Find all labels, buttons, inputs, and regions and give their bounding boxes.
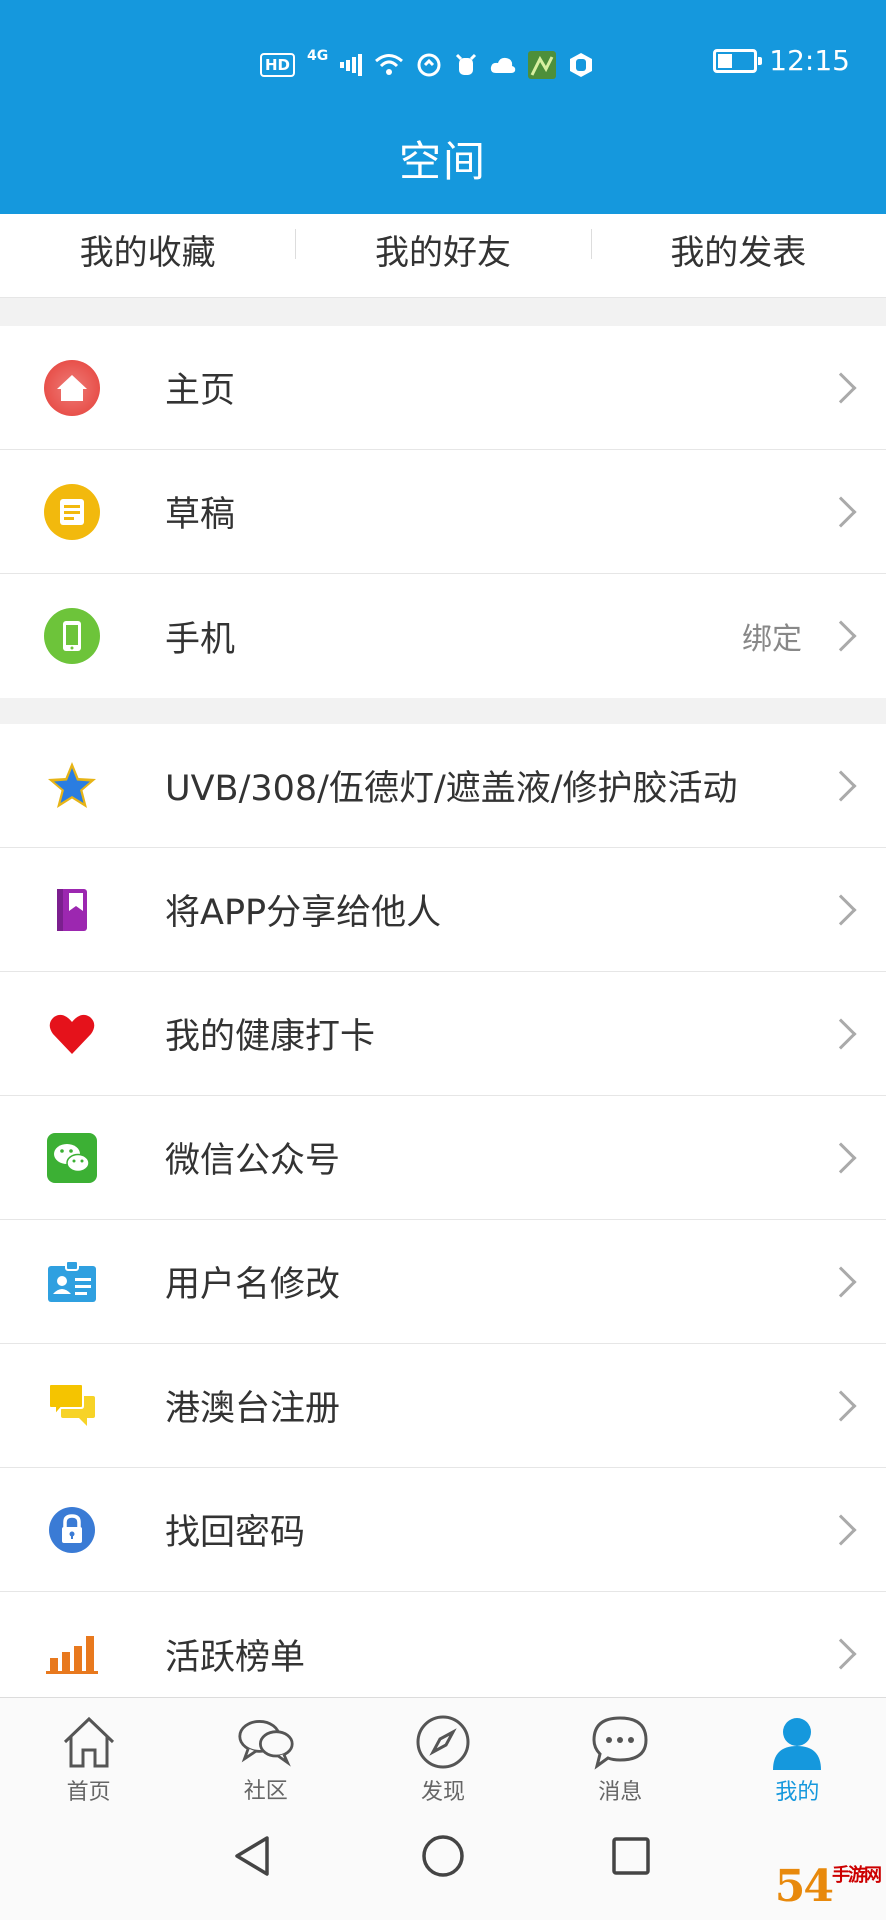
list-item-share-app[interactable]: 将APP分享给他人 <box>0 848 886 972</box>
chevron-right-icon <box>825 1389 857 1422</box>
list-item-label: 我的健康打卡 <box>165 1017 376 1057</box>
home-icon <box>43 359 101 417</box>
nav-label: 我的 <box>775 1780 820 1805</box>
signal-icon <box>340 53 363 77</box>
bookmark-icon <box>43 881 101 939</box>
tab-friends[interactable]: 我的好友 <box>295 225 590 286</box>
chevron-right-icon <box>825 1638 857 1670</box>
watermark-logo: 54手游网 <box>774 1861 882 1912</box>
community-icon <box>237 1714 295 1769</box>
sync-icon <box>416 52 442 78</box>
list-item-label: 手机 <box>165 619 236 660</box>
clock: 12:15 <box>769 44 850 77</box>
system-nav-bar <box>0 1805 886 1920</box>
list-item-rename[interactable]: 用户名修改 <box>0 1220 886 1344</box>
heart-icon <box>43 1005 101 1063</box>
nav-community[interactable]: 社区 <box>177 1698 354 1805</box>
chevron-right-icon <box>825 620 857 652</box>
top-tabs: 我的收藏 我的好友 我的发表 <box>0 214 886 298</box>
chevron-right-icon <box>825 371 857 404</box>
feature-list: UVB/308/伍德灯/遮盖液/修护胶活动 将APP分享给他人 我的健康打卡 微… <box>0 724 886 1716</box>
network-type: 4G <box>307 48 329 64</box>
phone-bind-status: 绑定 <box>742 622 802 657</box>
chevron-right-icon <box>825 1513 857 1546</box>
bottom-nav: 首页 社区 发现 消息 我的 <box>0 1697 886 1805</box>
wechat-icon <box>43 1129 101 1187</box>
list-item-label: 将APP分享给他人 <box>165 893 442 933</box>
id-card-icon <box>43 1253 101 1311</box>
chevron-right-icon <box>825 769 857 802</box>
back-icon[interactable] <box>228 1831 278 1881</box>
list-item-drafts[interactable]: 草稿 <box>0 450 886 574</box>
list-item-label: 港澳台注册 <box>165 1389 341 1429</box>
chat-bubbles-icon <box>43 1377 101 1435</box>
app-header: HD 4G 12:15 空间 <box>0 0 886 214</box>
list-item-label: 找回密码 <box>165 1513 306 1553</box>
nav-label: 社区 <box>243 1779 288 1804</box>
list-item-label: 微信公众号 <box>165 1141 341 1181</box>
chevron-right-icon <box>825 1141 857 1174</box>
list-item-recover-password[interactable]: 找回密码 <box>0 1468 886 1592</box>
list-item-phone[interactable]: 手机 绑定 <box>0 574 886 698</box>
list-item-activity[interactable]: UVB/308/伍德灯/遮盖液/修护胶活动 <box>0 724 886 848</box>
star-icon <box>43 757 101 815</box>
compass-icon <box>414 1714 472 1770</box>
list-item-hk-macau-tw-register[interactable]: 港澳台注册 <box>0 1344 886 1468</box>
chevron-right-icon <box>825 1265 857 1298</box>
page-title: 空间 <box>398 137 487 186</box>
chevron-right-icon <box>825 1017 857 1050</box>
list-item-health-checkin[interactable]: 我的健康打卡 <box>0 972 886 1096</box>
tab-posts[interactable]: 我的发表 <box>590 225 886 286</box>
lock-icon <box>43 1501 101 1559</box>
list-item-label: 草稿 <box>165 495 236 535</box>
nav-me[interactable]: 我的 <box>709 1698 886 1805</box>
wifi-icon <box>374 53 404 77</box>
bar-chart-icon <box>43 1625 101 1683</box>
list-item-wechat[interactable]: 微信公众号 <box>0 1096 886 1220</box>
list-item-label: 主页 <box>165 371 236 411</box>
hd-badge: HD <box>260 53 296 77</box>
chevron-right-icon <box>825 893 857 926</box>
status-bar: HD 4G 12:15 <box>0 0 886 130</box>
battery-icon <box>713 48 763 73</box>
list-item-home[interactable]: 主页 <box>0 326 886 450</box>
status-icons: HD 4G <box>260 48 594 82</box>
user-icon <box>768 1714 826 1770</box>
nav-discover[interactable]: 发现 <box>354 1698 531 1805</box>
tab-favorites[interactable]: 我的收藏 <box>0 225 295 286</box>
profile-list: 主页 草稿 手机 绑定 <box>0 326 886 698</box>
list-item-label: 用户名修改 <box>165 1265 341 1305</box>
status-right: 12:15 <box>713 44 850 77</box>
nav-home[interactable]: 首页 <box>0 1698 177 1805</box>
cloud-icon <box>490 56 516 74</box>
chevron-right-icon <box>825 495 857 528</box>
watermark-site: 手游网 <box>832 1865 882 1886</box>
nav-label: 首页 <box>66 1780 111 1805</box>
alarm-icon <box>454 52 478 78</box>
watermark-brand: 54 <box>774 1861 834 1912</box>
list-item-label: UVB/308/伍德灯/遮盖液/修护胶活动 <box>165 769 738 809</box>
list-item-label: 活跃榜单 <box>165 1637 306 1678</box>
nav-label: 发现 <box>421 1780 466 1805</box>
recents-icon[interactable] <box>606 1831 656 1881</box>
phone-icon <box>43 607 101 665</box>
home-outline-icon <box>60 1714 118 1770</box>
hand-icon <box>568 52 594 78</box>
draft-icon <box>43 483 101 541</box>
message-icon <box>591 1714 649 1770</box>
nav-label: 消息 <box>598 1780 643 1805</box>
app-notification-icon <box>528 51 557 79</box>
home-circle-icon[interactable] <box>418 1831 468 1881</box>
nav-messages[interactable]: 消息 <box>532 1698 709 1805</box>
